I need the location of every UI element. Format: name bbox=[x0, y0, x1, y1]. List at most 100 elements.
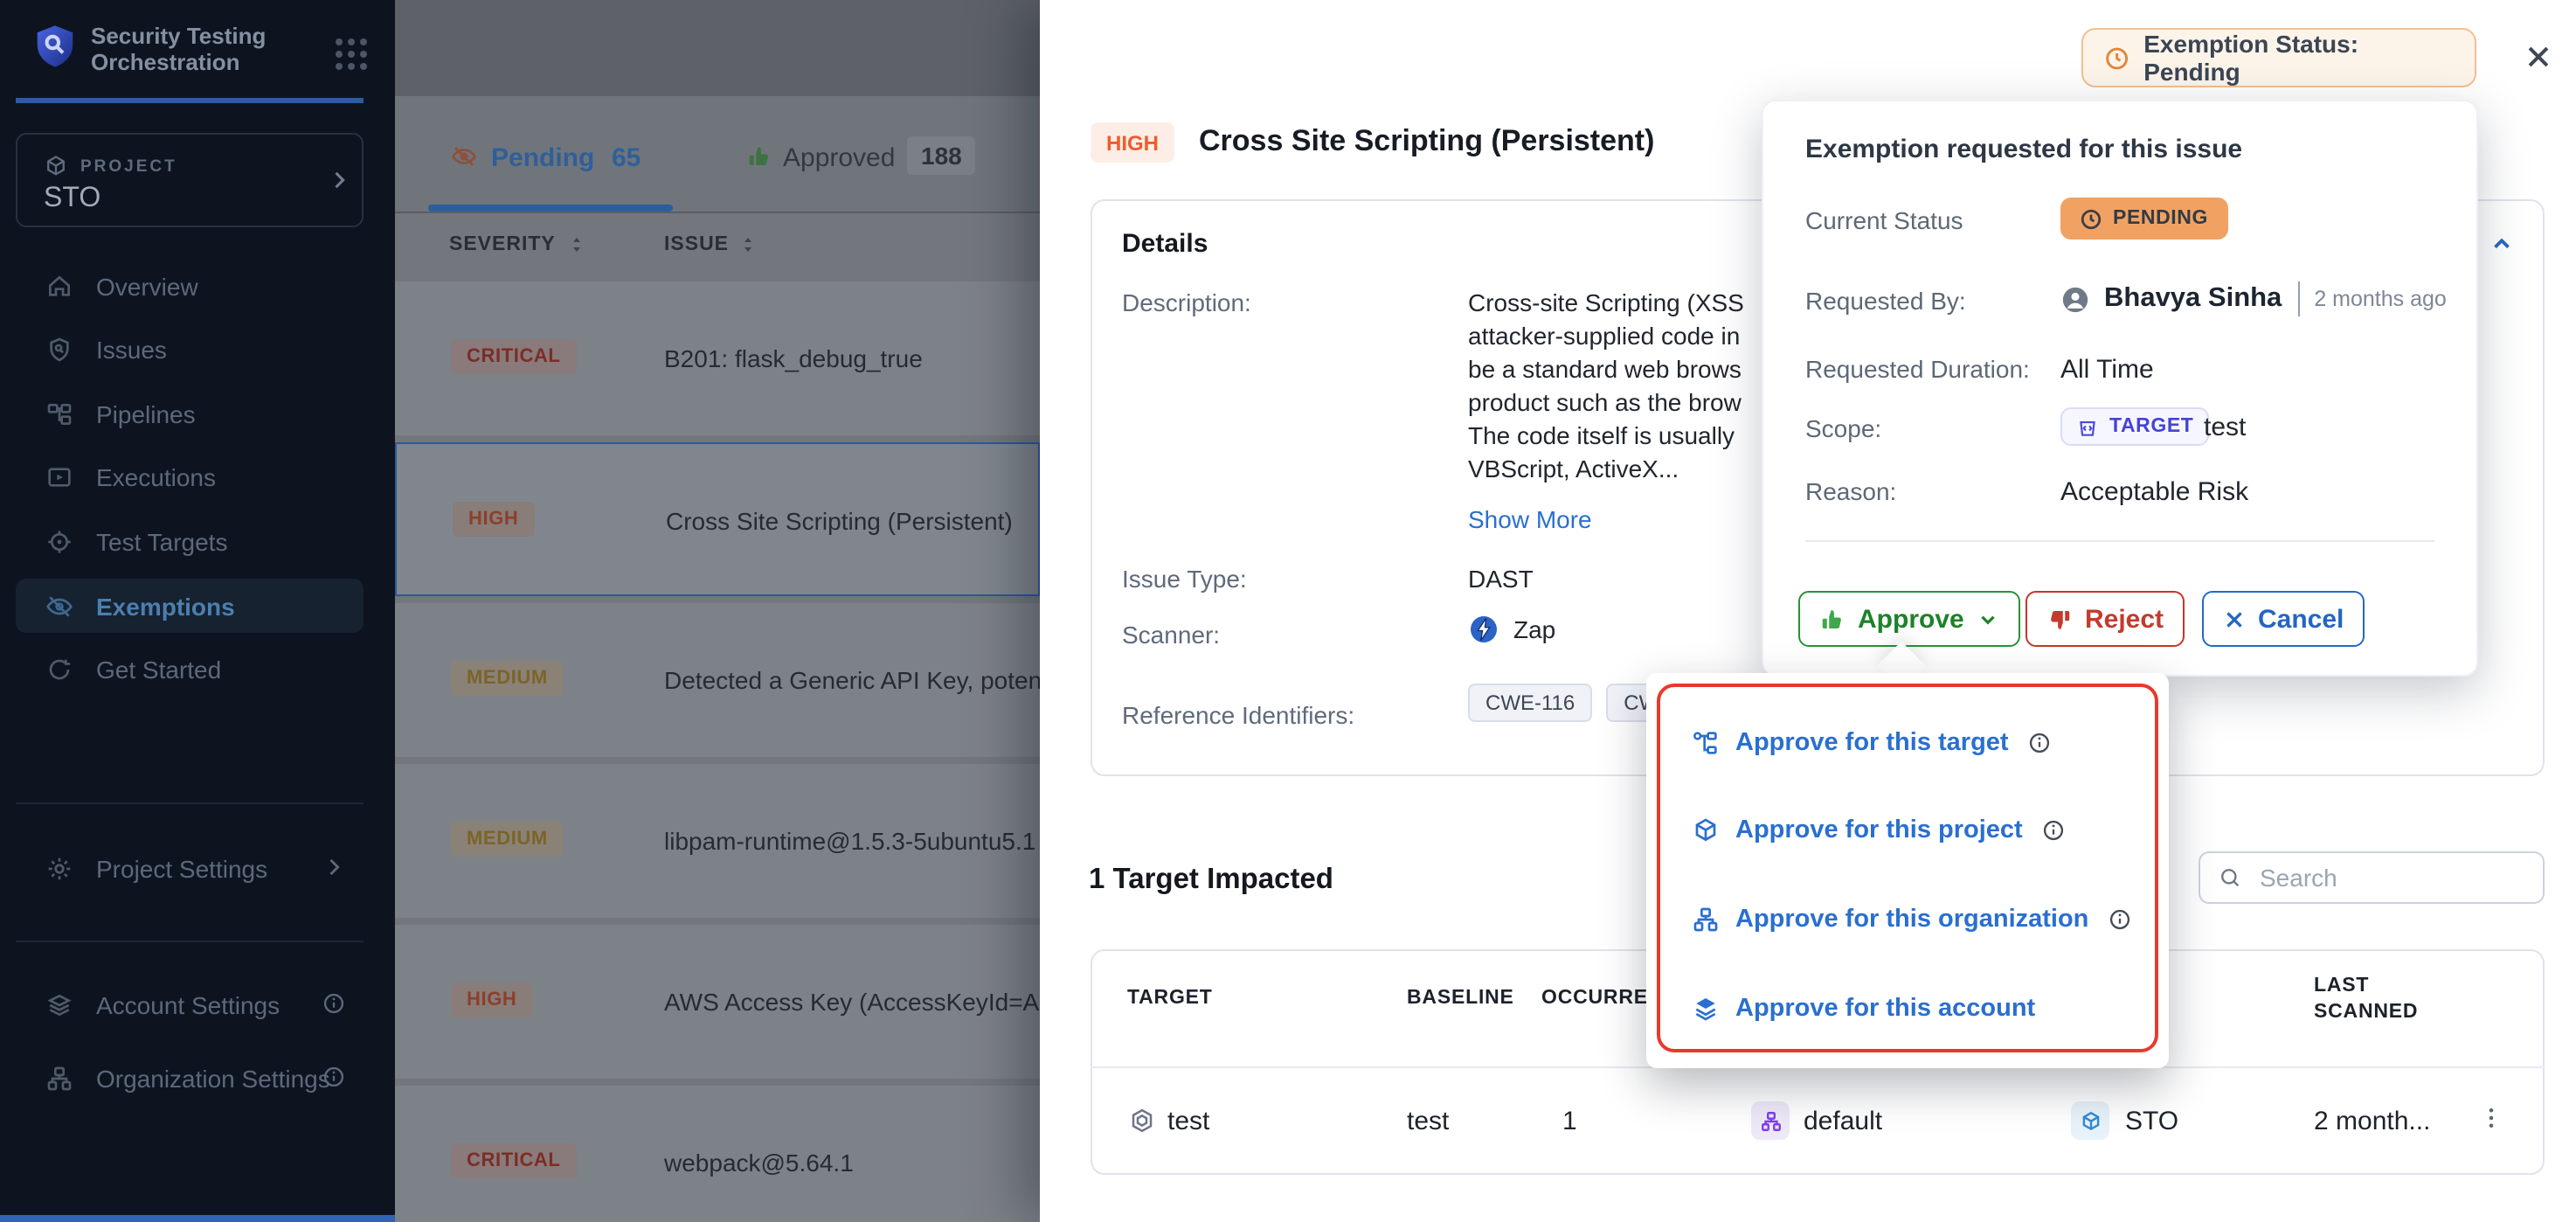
menu-item-approve-target[interactable]: Approve for this target bbox=[1692, 729, 2053, 757]
sidebar-item-test-targets[interactable]: Test Targets bbox=[16, 514, 364, 568]
exemption-status-pill[interactable]: Exemption Status: Pending bbox=[2081, 28, 2476, 87]
thumbs-down-icon bbox=[2046, 606, 2073, 632]
sidebar-item-exemptions[interactable]: Exemptions bbox=[16, 579, 364, 633]
ref-chip[interactable]: CWE-116 bbox=[1468, 684, 1592, 722]
shield-search-icon bbox=[45, 335, 73, 363]
sidebar-item-project-settings[interactable]: Project Settings bbox=[16, 841, 364, 895]
cancel-button[interactable]: Cancel bbox=[2202, 591, 2365, 647]
sidebar-item-account-settings[interactable]: Account Settings bbox=[16, 977, 364, 1031]
targets-impacted-heading: 1 Target Impacted bbox=[1089, 864, 1333, 897]
get-started-icon bbox=[45, 655, 73, 683]
issue-title: Detected a Generic API Key, potential bbox=[664, 666, 1040, 694]
menu-item-approve-organization[interactable]: Approve for this organization bbox=[1692, 906, 2132, 934]
info-icon[interactable] bbox=[322, 991, 346, 1016]
module-grid-icon[interactable] bbox=[336, 38, 367, 70]
tab-pending[interactable]: Pending bbox=[491, 143, 594, 173]
info-icon[interactable] bbox=[2108, 907, 2132, 932]
hexagon-target-icon bbox=[1129, 1107, 1155, 1135]
app-window: Security Testing Orchestration PROJECT S… bbox=[0, 0, 2576, 1222]
close-icon[interactable] bbox=[2524, 42, 2553, 72]
clock-icon bbox=[2104, 45, 2129, 71]
cube-icon bbox=[1692, 816, 1720, 844]
chevron-right-icon bbox=[322, 855, 346, 879]
issue-row[interactable]: CRITICAL webpack@5.64.1 bbox=[395, 1086, 1040, 1222]
column-header-severity[interactable]: SEVERITY bbox=[449, 234, 556, 255]
duration-value: All Time bbox=[2060, 355, 2154, 385]
description-line: be a standard web brows bbox=[1468, 355, 1742, 383]
info-icon[interactable] bbox=[2042, 818, 2067, 843]
pending-status-badge: PENDING bbox=[2060, 198, 2227, 240]
org-chart-icon bbox=[45, 1064, 73, 1092]
sidebar-divider bbox=[16, 802, 364, 804]
issue-detail-title: Cross Site Scripting (Persistent) bbox=[1199, 124, 1654, 159]
issue-row[interactable]: CRITICAL B201: flask_debug_true bbox=[395, 281, 1040, 435]
sidebar-item-pipelines[interactable]: Pipelines bbox=[16, 386, 364, 441]
sidebar: Security Testing Orchestration PROJECT S… bbox=[0, 0, 395, 1222]
requested-by-name: Bhavya Sinha bbox=[2104, 283, 2282, 315]
show-more-link[interactable]: Show More bbox=[1468, 505, 1592, 533]
issue-type-value: DAST bbox=[1468, 565, 1534, 593]
layers-icon bbox=[45, 990, 73, 1018]
search-input[interactable] bbox=[2256, 862, 2508, 893]
description-line: The code itself is usually bbox=[1468, 421, 1735, 449]
cell-last-scanned: 2 month... bbox=[2314, 1107, 2430, 1136]
collapse-chevron-up-icon[interactable] bbox=[2489, 231, 2515, 257]
sort-icon[interactable] bbox=[737, 233, 758, 257]
col-header-target: TARGET bbox=[1127, 988, 1213, 1009]
executions-play-icon bbox=[45, 462, 73, 490]
description-line: product such as the brow bbox=[1468, 388, 1742, 416]
severity-badge: MEDIUM bbox=[451, 661, 564, 696]
info-icon[interactable] bbox=[2028, 731, 2053, 755]
dropdown-red-outline: Approve for this target Approve for this… bbox=[1657, 684, 2158, 1052]
description-label: Description: bbox=[1122, 288, 1251, 316]
info-icon[interactable] bbox=[322, 1065, 346, 1089]
x-icon bbox=[2223, 608, 2246, 630]
approve-button[interactable]: Approve bbox=[1798, 591, 2020, 647]
duration-label: Requested Duration: bbox=[1805, 355, 2030, 383]
target-icon bbox=[45, 527, 73, 555]
issue-row[interactable]: HIGH AWS Access Key (AccessKeyId=AKIA bbox=[395, 925, 1040, 1079]
project-chip-icon bbox=[2071, 1101, 2109, 1140]
reject-button[interactable]: Reject bbox=[2025, 591, 2185, 647]
requested-by-label: Requested By: bbox=[1805, 287, 1966, 315]
issues-list-panel: Pending 65 Approved 188 SEVERITY ISSUE C… bbox=[395, 0, 1040, 1222]
sidebar-accent-divider bbox=[16, 98, 364, 103]
app-title: Security Testing Orchestration bbox=[91, 23, 336, 75]
tab-pending-count: 65 bbox=[612, 143, 641, 173]
menu-item-approve-account[interactable]: Approve for this account bbox=[1692, 995, 2035, 1023]
project-label: PROJECT bbox=[80, 157, 177, 177]
project-selector[interactable]: PROJECT STO bbox=[16, 133, 364, 227]
cell-target[interactable]: test bbox=[1167, 1107, 1209, 1136]
description-line: Cross-site Scripting (XSS bbox=[1468, 288, 1744, 316]
page-header-dimmed bbox=[395, 0, 1040, 96]
sidebar-item-overview[interactable]: Overview bbox=[16, 259, 364, 313]
kebab-menu-icon[interactable] bbox=[2478, 1103, 2504, 1133]
column-header-issue[interactable]: ISSUE bbox=[664, 234, 729, 255]
issue-row[interactable]: MEDIUM libpam-runtime@1.5.3-5ubuntu5.1 bbox=[395, 764, 1040, 918]
sidebar-item-organization-settings[interactable]: Organization Settings bbox=[16, 1051, 364, 1105]
severity-badge: CRITICAL bbox=[451, 1143, 576, 1178]
sidebar-item-issues[interactable]: Issues bbox=[16, 322, 364, 376]
issue-row-selected[interactable]: HIGH Cross Site Scripting (Persistent) bbox=[395, 442, 1040, 596]
description-line: attacker-supplied code in bbox=[1468, 322, 1740, 350]
sidebar-item-get-started[interactable]: Get Started bbox=[16, 642, 364, 696]
issue-title: Cross Site Scripting (Persistent) bbox=[666, 507, 1013, 535]
popup-title: Exemption requested for this issue bbox=[1805, 135, 2242, 164]
sort-icon[interactable] bbox=[566, 233, 587, 257]
issue-title: AWS Access Key (AccessKeyId=AKIA bbox=[664, 988, 1040, 1016]
target-pipeline-icon bbox=[1692, 729, 1720, 757]
ref-identifiers-label: Reference Identifiers: bbox=[1122, 701, 1354, 729]
thumbs-up-icon bbox=[746, 143, 772, 170]
details-heading: Details bbox=[1122, 229, 1208, 259]
clock-icon bbox=[2080, 207, 2102, 230]
search-box[interactable] bbox=[2199, 851, 2545, 904]
sidebar-item-executions[interactable]: Executions bbox=[16, 449, 364, 503]
current-status-label: Current Status bbox=[1805, 206, 1963, 234]
issue-row[interactable]: MEDIUM Detected a Generic API Key, poten… bbox=[395, 603, 1040, 757]
tab-approved[interactable]: Approved bbox=[783, 143, 895, 173]
menu-item-approve-project[interactable]: Approve for this project bbox=[1692, 816, 2067, 844]
project-cube-icon bbox=[44, 154, 68, 178]
col-header-last-scanned: LAST SCANNED bbox=[2314, 974, 2419, 1026]
chevron-down-icon bbox=[1977, 608, 1999, 630]
description-line: VBScript, ActiveX... bbox=[1468, 455, 1679, 483]
